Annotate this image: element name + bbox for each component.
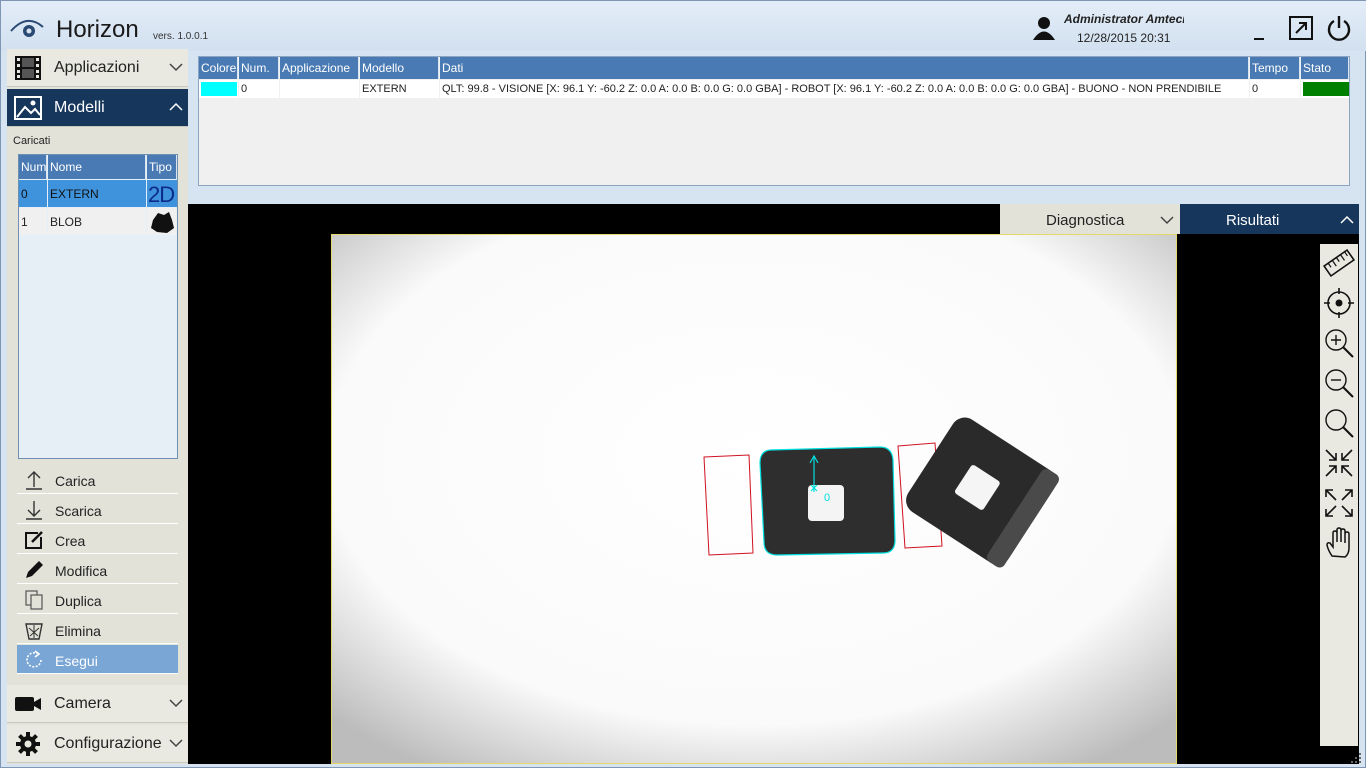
blob-icon [151, 212, 174, 233]
sidebar-section-configuration[interactable]: Configurazione [7, 725, 188, 763]
current-datetime: 12/28/2015 20:31 [1077, 31, 1171, 45]
refresh-icon [26, 650, 42, 668]
unload-button[interactable]: Scarica [17, 495, 178, 524]
action-label: Modifica [55, 563, 108, 579]
app-title: Horizon [56, 16, 139, 43]
ruler-icon[interactable] [1322, 246, 1356, 280]
upload-icon [26, 471, 42, 490]
column-header[interactable]: Colore [199, 57, 238, 79]
chevron-down-icon [169, 739, 183, 748]
action-label: Esegui [55, 653, 98, 669]
zoom-out-icon[interactable] [1322, 366, 1356, 400]
model-name: EXTERN [48, 180, 146, 207]
modify-button[interactable]: Modifica [17, 555, 178, 584]
sidebar-section-label: Applicazioni [54, 59, 140, 76]
loaded-models-table: Num Nome Tipo 0 EXTERN 2D 1 BLOB [18, 154, 178, 459]
result-data: QLT: 99.8 - VISIONE [X: 96.1 Y: -60.2 Z:… [440, 80, 1249, 98]
sidebar-section-camera[interactable]: Camera [7, 685, 188, 723]
expand-icon[interactable] [1322, 486, 1356, 520]
action-label: Duplica [55, 593, 102, 609]
create-button[interactable]: Crea [17, 525, 178, 554]
action-label: Scarica [55, 503, 102, 519]
title-bar: Horizon vers. 1.0.0.1 Administrator Amte… [1, 1, 1366, 51]
camera-icon [15, 697, 41, 711]
image-icon [14, 96, 42, 120]
tab-diagnostics[interactable]: Diagnostica [1000, 204, 1180, 234]
minimize-button[interactable] [1249, 23, 1271, 45]
chevron-up-icon [1340, 215, 1354, 224]
sidebar-section-label: Configurazione [54, 735, 162, 752]
results-table: Colore Num. Applicazione Modello Dati Te… [198, 56, 1350, 186]
result-application [280, 80, 359, 98]
gear-icon [16, 732, 40, 756]
tab-results[interactable]: Risultati [1180, 204, 1359, 234]
chevron-down-icon [1160, 216, 1174, 225]
sidebar: Applicazioni Modelli Caricati Num Nome T… [7, 49, 188, 764]
column-header[interactable]: Applicazione [280, 57, 359, 79]
pan-hand-icon[interactable] [1322, 526, 1356, 560]
action-label: Elimina [55, 623, 101, 639]
film-icon [15, 56, 41, 80]
result-status-cell [1301, 80, 1349, 98]
model-type-label: 2D [148, 182, 175, 207]
pencil-icon [26, 561, 43, 578]
action-label: Carica [55, 473, 96, 489]
user-icon [1033, 17, 1055, 40]
run-button[interactable]: Esegui [17, 645, 178, 674]
user-name: Administrator Amteci [1064, 12, 1184, 26]
model-num: 0 [19, 180, 47, 207]
model-type-blob [147, 208, 177, 235]
result-model: EXTERN [360, 80, 439, 98]
column-header[interactable]: Num [19, 155, 47, 179]
action-label: Crea [55, 533, 86, 549]
viewer-toolbar [1320, 244, 1358, 746]
loaded-models-label: Caricati [13, 135, 51, 147]
eye-logo-icon [10, 20, 44, 37]
download-icon [26, 501, 42, 520]
target-icon[interactable] [1322, 286, 1356, 320]
column-header[interactable]: Stato [1301, 57, 1349, 79]
color-swatch [201, 82, 237, 96]
result-time: 0 [1250, 80, 1300, 98]
model-num: 1 [19, 208, 47, 235]
sidebar-section-label: Modelli [54, 99, 105, 116]
chevron-down-icon [169, 699, 183, 708]
sidebar-section-label: Camera [54, 695, 111, 712]
edit-icon [25, 531, 43, 549]
tab-label: Risultati [1226, 212, 1280, 229]
column-header[interactable]: Tempo [1250, 57, 1300, 79]
column-header[interactable]: Tipo [147, 155, 177, 179]
app-window: Horizon vers. 1.0.0.1 Administrator Amte… [0, 0, 1366, 768]
column-header[interactable]: Modello [360, 57, 439, 79]
column-header[interactable]: Nome [48, 155, 146, 179]
camera-frame: 0 [332, 235, 1176, 763]
tab-label: Diagnostica [1046, 212, 1125, 229]
copy-icon [25, 590, 43, 610]
status-indicator [1303, 82, 1349, 96]
load-button[interactable]: Carica [17, 465, 178, 494]
power-button[interactable] [1325, 14, 1353, 42]
match-marker-label: 0 [824, 492, 830, 504]
column-header[interactable]: Dati [440, 57, 1249, 79]
model-type-2d: 2D [147, 180, 177, 207]
zoom-in-icon[interactable] [1322, 326, 1356, 360]
zoom-fit-icon[interactable] [1322, 406, 1356, 440]
delete-button[interactable]: Elimina [17, 615, 178, 644]
result-color-cell [199, 80, 238, 98]
model-name: BLOB [48, 208, 146, 235]
column-header[interactable]: Num. [239, 57, 279, 79]
pop-out-button[interactable] [1288, 15, 1314, 41]
chevron-down-icon [169, 63, 183, 72]
resize-grip-icon[interactable] [1349, 751, 1363, 765]
trash-icon [25, 623, 43, 640]
duplicate-button[interactable]: Duplica [17, 585, 178, 614]
sidebar-section-applications[interactable]: Applicazioni [7, 49, 188, 87]
camera-image[interactable]: 0 [331, 234, 1177, 764]
result-num: 0 [239, 80, 279, 98]
sidebar-section-models[interactable]: Modelli [7, 89, 188, 127]
chevron-up-icon [169, 102, 183, 111]
collapse-icon[interactable] [1322, 446, 1356, 480]
app-version: vers. 1.0.0.1 [153, 31, 209, 42]
